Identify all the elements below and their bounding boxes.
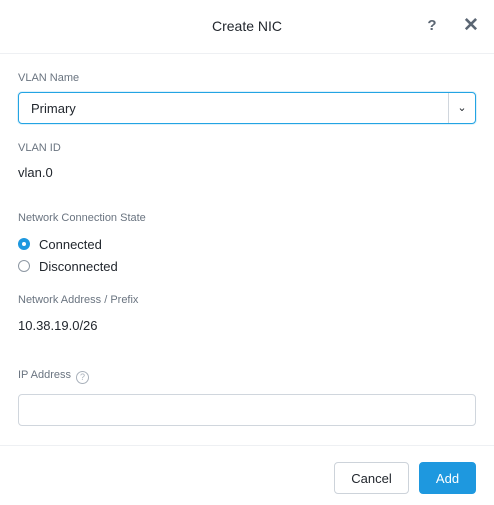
ip-address-label: IP Address? [18,369,89,384]
ip-address-input[interactable] [18,394,476,426]
ip-address-label-text: IP Address [18,369,71,381]
radio-connected-label: Connected [39,236,102,252]
radio-connected[interactable]: Connected [18,235,102,253]
radio-disconnected-label: Disconnected [39,258,118,274]
connection-state-label: Network Connection State [18,212,146,224]
dialog-title: Create NIC [211,18,283,34]
create-nic-dialog: Create NIC ? ✕ VLAN Name Primary ⌄ VLAN … [0,0,494,505]
radio-button-checked[interactable] [18,238,30,250]
vlan-id-label: VLAN ID [18,142,61,154]
dialog-header: Create NIC ? ✕ [0,0,494,54]
vlan-name-select[interactable]: Primary ⌄ [18,92,476,124]
vlan-name-selected-value: Primary [31,101,76,116]
network-address-label: Network Address / Prefix [18,294,139,306]
radio-disconnected[interactable]: Disconnected [18,257,118,275]
cancel-button[interactable]: Cancel [334,462,409,494]
help-icon[interactable]: ? [423,17,441,37]
vlan-name-label: VLAN Name [18,72,80,84]
vlan-id-value: vlan.0 [18,165,53,180]
add-button[interactable]: Add [419,462,476,494]
close-icon[interactable]: ✕ [461,15,481,37]
radio-button-unchecked[interactable] [18,260,30,272]
chevron-down-icon[interactable]: ⌄ [455,99,469,117]
select-divider [448,93,449,123]
help-circle-icon[interactable]: ? [76,371,89,384]
network-address-value: 10.38.19.0/26 [18,318,98,333]
dialog-footer: Cancel Add [0,445,494,505]
